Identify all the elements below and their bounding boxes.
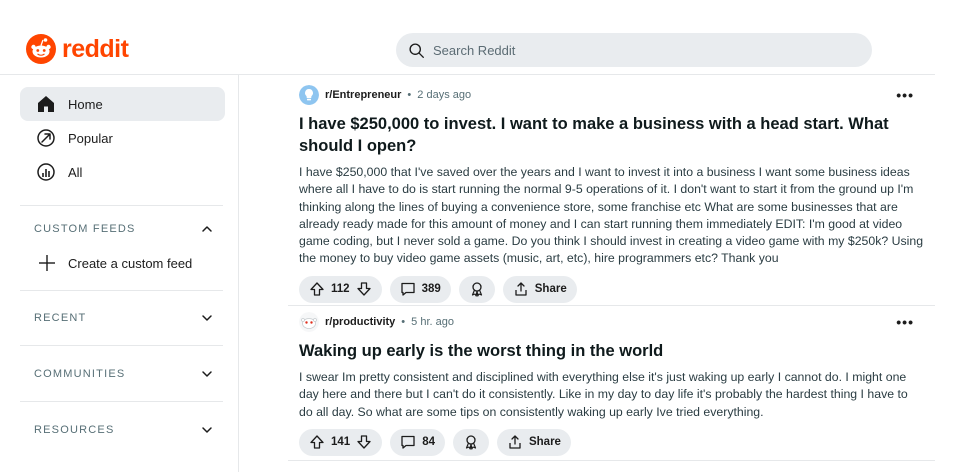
post-body: I swear Im pretty consistent and discipl… [299, 370, 908, 419]
sidebar-divider [238, 75, 239, 472]
search-bar[interactable] [396, 33, 872, 67]
sidebar-section-divider [20, 290, 223, 291]
productivity-subreddit-icon[interactable] [299, 312, 319, 332]
upvote-icon[interactable] [309, 434, 325, 450]
all-icon [37, 163, 55, 181]
sidebar-item-all[interactable]: All [20, 155, 225, 189]
chevron-down-icon [202, 315, 212, 321]
sidebar-item-label: Popular [68, 130, 113, 146]
section-heading: CUSTOM FEEDS [34, 223, 136, 235]
chevron-down-icon [202, 427, 212, 433]
sidebar-section-divider [20, 401, 223, 402]
subreddit-link[interactable]: r/productivity [325, 316, 395, 328]
sidebar-section-divider [20, 345, 223, 346]
post-divider [288, 305, 935, 306]
section-heading: RECENT [34, 312, 87, 324]
comment-icon [401, 436, 415, 450]
vote-control: 141 [299, 428, 383, 456]
reddit-logo[interactable]: reddit [26, 34, 129, 64]
vote-count: 141 [331, 436, 351, 449]
post-title[interactable]: I have $250,000 to invest. I want to mak… [299, 113, 924, 157]
sidebar-section-divider [20, 205, 223, 206]
downvote-icon[interactable] [356, 281, 372, 297]
award-icon [465, 435, 477, 450]
custom-feeds-section-toggle[interactable]: CUSTOM FEEDS [34, 222, 214, 236]
search-icon [409, 42, 424, 58]
meta-separator: • [401, 316, 406, 328]
post-divider [288, 460, 935, 461]
post-actions: 141 84 Share [299, 428, 924, 456]
meta-separator: • [407, 89, 412, 101]
home-icon [38, 96, 54, 112]
post-card[interactable]: r/Entrepreneur • 2 days ago ••• I have $… [299, 85, 924, 303]
subreddit-link[interactable]: r/Entrepreneur [325, 89, 401, 101]
post-meta: r/productivity • 5 hr. ago [299, 312, 924, 332]
share-label: Share [534, 283, 567, 296]
comment-count: 84 [422, 436, 435, 449]
popular-icon [37, 129, 55, 147]
share-icon [509, 435, 521, 450]
post-card[interactable]: r/productivity • 5 hr. ago ••• Waking up… [299, 312, 924, 456]
post-actions: 112 389 Share [299, 275, 924, 303]
more-options-icon[interactable]: ••• [896, 87, 914, 103]
sidebar-item-home[interactable]: Home [20, 87, 225, 121]
section-heading: COMMUNITIES [34, 368, 126, 380]
post-body: I have $250,000 that I've saved over the… [299, 165, 924, 266]
sidebar-item-popular[interactable]: Popular [20, 121, 225, 155]
communities-section-toggle[interactable]: COMMUNITIES [34, 367, 214, 381]
vote-control: 112 [299, 275, 382, 303]
post-meta: r/Entrepreneur • 2 days ago [299, 85, 924, 105]
vote-count: 112 [331, 283, 350, 296]
post-title[interactable]: Waking up early is the worst thing in th… [299, 340, 924, 362]
chevron-down-icon [202, 371, 212, 377]
award-button[interactable] [458, 275, 495, 303]
share-icon [515, 282, 527, 296]
more-options-icon[interactable]: ••• [896, 314, 914, 330]
header-divider [0, 74, 935, 75]
upvote-icon[interactable] [309, 281, 325, 297]
entrepreneur-subreddit-icon[interactable] [299, 85, 319, 105]
plus-icon [39, 255, 55, 271]
comments-button[interactable]: 389 [389, 275, 451, 303]
share-button[interactable]: Share [502, 275, 577, 303]
section-heading: RESOURCES [34, 424, 115, 436]
create-custom-feed-label: Create a custom feed [68, 255, 193, 271]
recent-section-toggle[interactable]: RECENT [34, 311, 214, 325]
left-sidebar: Home Popular All [20, 87, 225, 189]
sidebar-item-label: All [68, 164, 83, 180]
brand-name: reddit [62, 34, 129, 63]
create-custom-feed-button[interactable]: Create a custom feed [38, 254, 192, 272]
share-label: Share [528, 436, 561, 449]
chevron-up-icon [202, 226, 212, 232]
comment-icon [400, 283, 415, 296]
share-button[interactable]: Share [496, 428, 571, 456]
search-input[interactable] [433, 42, 833, 58]
sidebar-item-label: Home [68, 96, 103, 112]
comments-button[interactable]: 84 [390, 428, 445, 456]
post-time: 2 days ago [417, 89, 472, 101]
award-button[interactable] [452, 428, 489, 456]
reddit-logo-icon [26, 34, 56, 64]
award-icon [471, 282, 482, 297]
resources-section-toggle[interactable]: RESOURCES [34, 423, 214, 437]
comment-count: 389 [421, 283, 441, 296]
downvote-icon[interactable] [356, 434, 372, 450]
post-time: 5 hr. ago [411, 316, 454, 328]
